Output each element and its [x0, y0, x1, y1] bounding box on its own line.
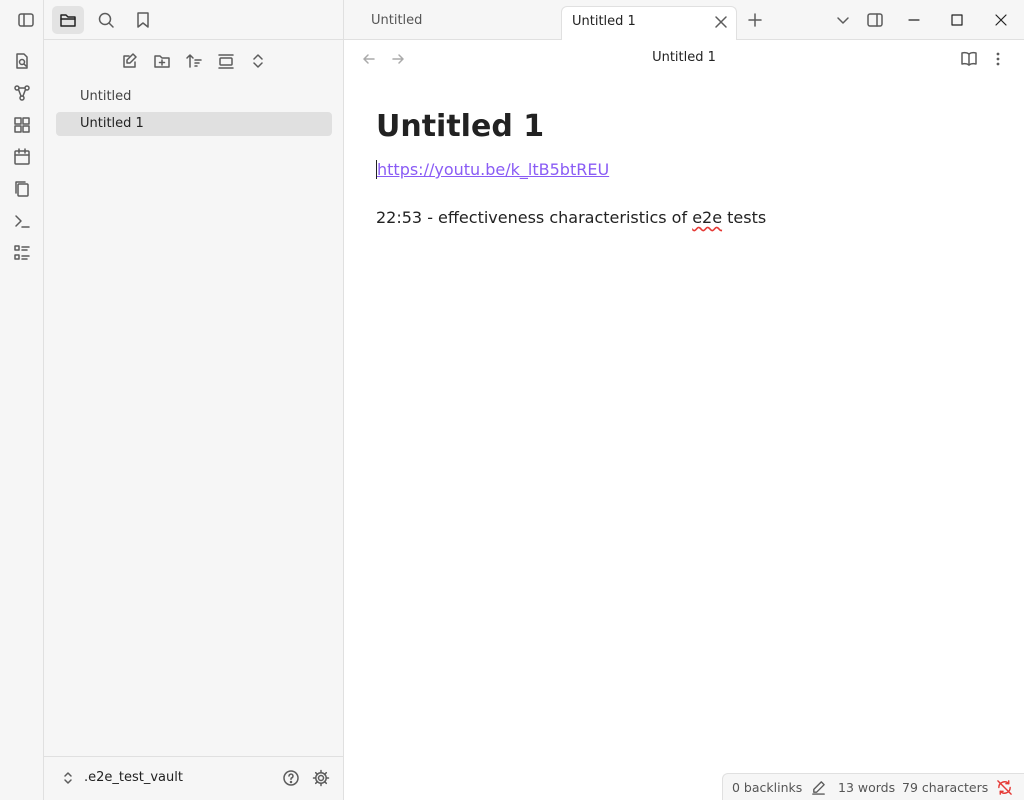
sync-error-icon[interactable] — [996, 779, 1013, 796]
file-item[interactable]: Untitled — [56, 85, 332, 109]
backlinks-count[interactable]: 0 backlinks — [732, 780, 802, 795]
canvas-icon[interactable] — [10, 113, 34, 137]
close-window-icon[interactable] — [987, 6, 1015, 34]
command-palette-icon[interactable] — [10, 209, 34, 233]
note-text: tests — [722, 208, 767, 227]
slides-icon[interactable] — [10, 241, 34, 265]
tab-untitled-1[interactable]: Untitled 1 — [561, 6, 737, 40]
reading-view-book-icon[interactable] — [958, 48, 980, 70]
edit-mode-pencil-icon[interactable] — [811, 780, 826, 795]
sort-icon[interactable] — [181, 48, 207, 74]
tab-list-chevron-down-icon[interactable] — [829, 6, 857, 34]
tab-label: Untitled 1 — [572, 14, 636, 29]
ribbon — [0, 0, 44, 800]
word-count: 13 words — [838, 780, 896, 795]
character-count: 79 characters — [902, 780, 989, 795]
note-text-line[interactable]: 22:53 - effectiveness characteristics of… — [376, 208, 766, 227]
tab-untitled[interactable]: Untitled — [361, 6, 561, 40]
help-icon[interactable] — [282, 769, 300, 787]
misspelled-word: e2e — [692, 208, 723, 227]
note-link[interactable]: https://youtu.be/k_ltB5btREU — [376, 160, 609, 179]
collapse-icon[interactable] — [213, 48, 239, 74]
templates-icon[interactable] — [10, 177, 34, 201]
note-title[interactable]: Untitled 1 — [376, 109, 544, 144]
close-tab-icon[interactable] — [714, 15, 728, 29]
maximize-icon[interactable] — [943, 6, 971, 34]
view-header: Untitled 1 — [344, 40, 1024, 76]
sidebar-tab-header — [18, 0, 343, 40]
graph-view-icon[interactable] — [10, 81, 34, 105]
tab-label: Untitled — [371, 13, 423, 28]
bookmark-icon[interactable] — [127, 6, 159, 34]
search-icon[interactable] — [90, 6, 122, 34]
files-icon[interactable] — [52, 6, 84, 34]
note-text: 22:53 - effectiveness characteristics of — [376, 208, 693, 227]
view-header-title[interactable]: Untitled 1 — [344, 50, 1024, 65]
note-editor[interactable]: Untitled 1 https://youtu.be/k_ltB5btREU … — [344, 76, 1024, 766]
new-note-icon[interactable] — [117, 48, 143, 74]
daily-note-icon[interactable] — [10, 145, 34, 169]
toggle-sidebar-icon[interactable] — [10, 6, 42, 34]
minimize-icon[interactable] — [900, 6, 928, 34]
status-bar: 0 backlinks 13 words 79 characters — [722, 773, 1024, 800]
settings-gear-icon[interactable] — [312, 769, 330, 787]
file-explorer-sidebar: Untitled Untitled 1 .e2e_test_vault — [18, 0, 344, 800]
file-item-active[interactable]: Untitled 1 — [56, 112, 332, 136]
vault-switcher: .e2e_test_vault — [44, 756, 343, 800]
vault-switch-icon[interactable] — [60, 770, 76, 786]
open-quick-switcher-icon[interactable] — [10, 49, 34, 73]
vault-name[interactable]: .e2e_test_vault — [84, 770, 183, 785]
more-options-icon[interactable] — [987, 48, 1009, 70]
new-folder-icon[interactable] — [149, 48, 175, 74]
tab-bar: Untitled Untitled 1 — [344, 0, 1024, 40]
new-tab-plus-icon[interactable] — [741, 6, 769, 34]
toggle-right-sidebar-icon[interactable] — [861, 6, 889, 34]
expand-icon[interactable] — [245, 48, 271, 74]
